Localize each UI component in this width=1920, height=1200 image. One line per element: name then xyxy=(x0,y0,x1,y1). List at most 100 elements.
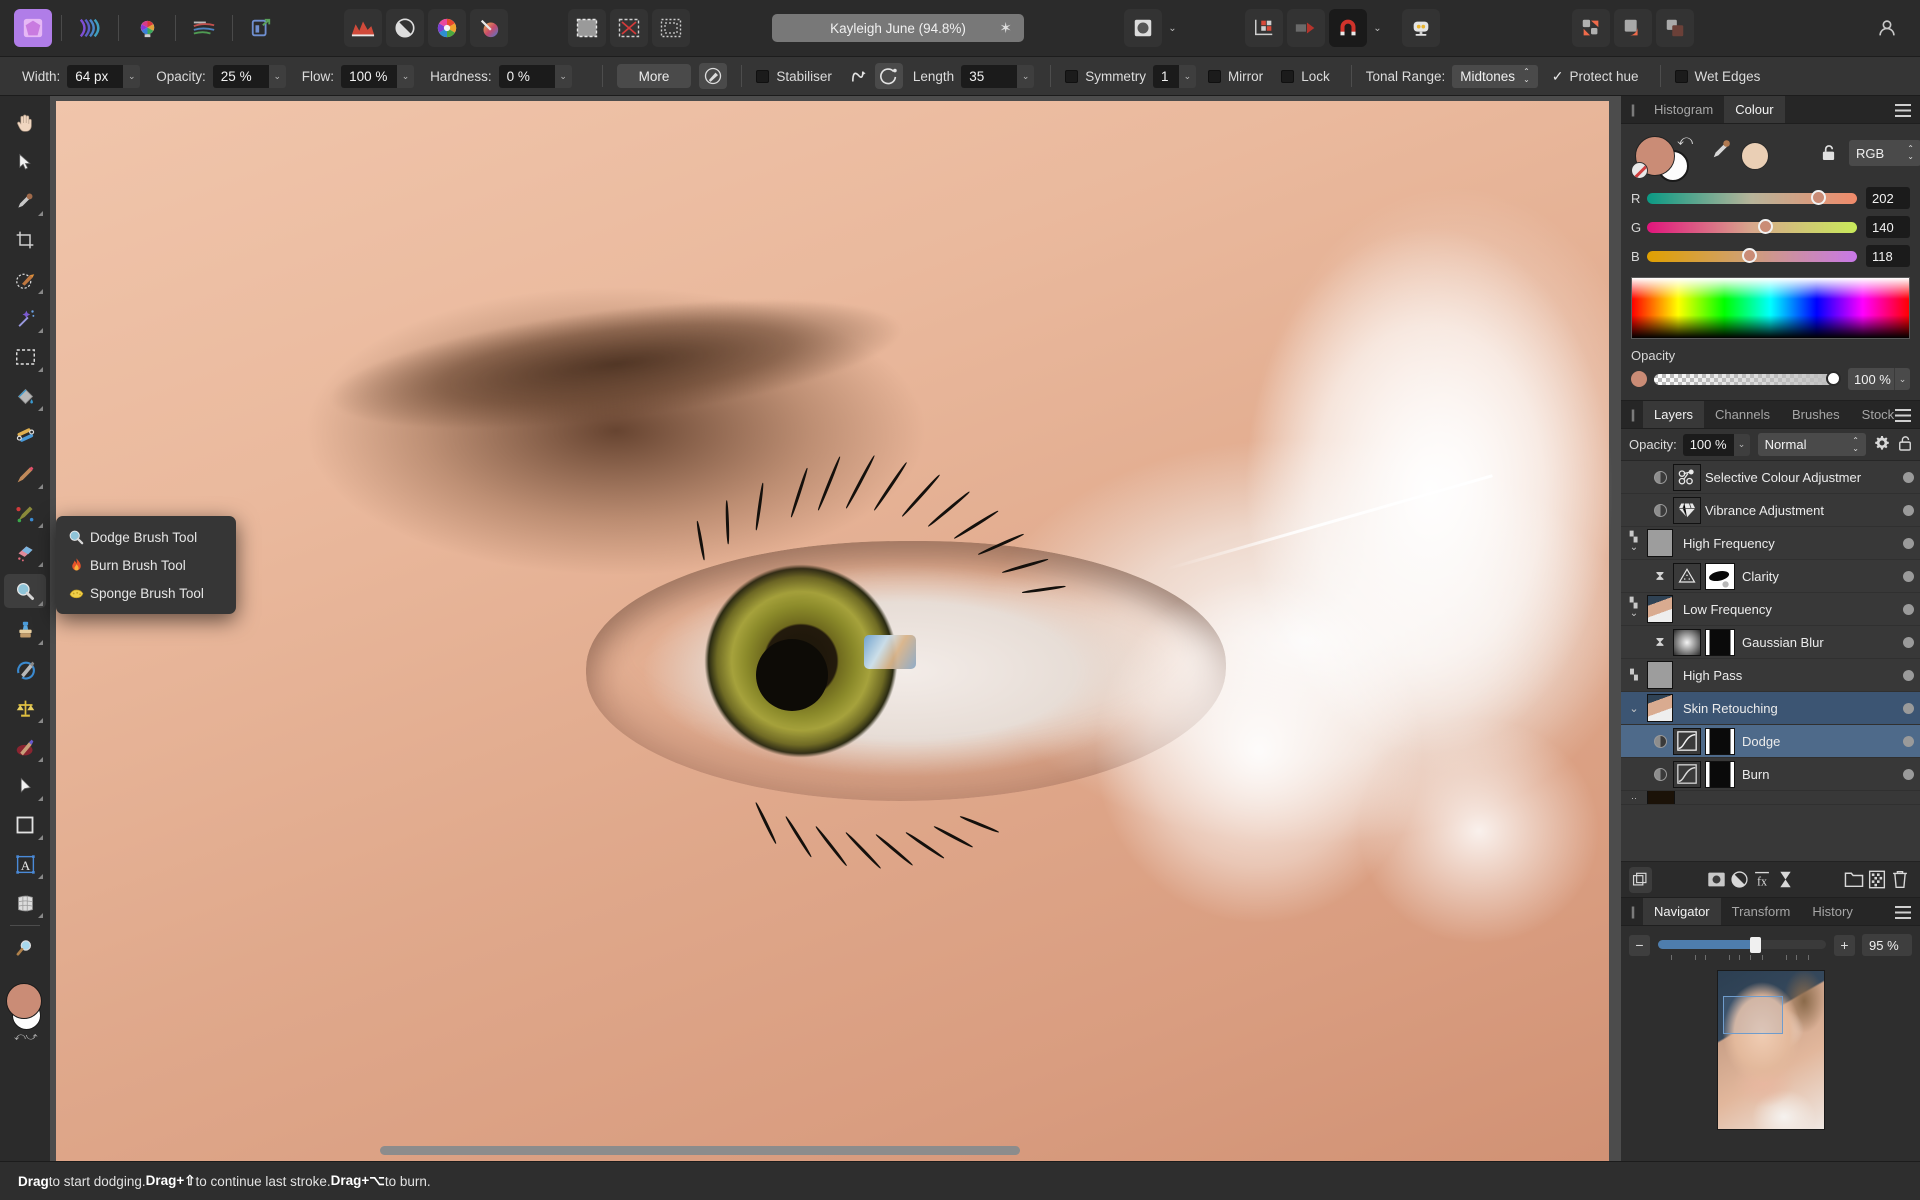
colour-opacity-dropdown[interactable]: ⌄ xyxy=(1894,368,1910,390)
adjustment-button[interactable] xyxy=(386,9,424,47)
layer-expand-cell[interactable]: ▚ ⌄ xyxy=(1621,599,1647,619)
table-row[interactable]: ▚ ⌄ High Frequency xyxy=(1621,527,1920,560)
layer-name[interactable]: Clarity xyxy=(1742,569,1896,584)
new-pixel-layer-icon[interactable] xyxy=(1866,867,1889,893)
colour-opacity-slider[interactable] xyxy=(1654,371,1841,386)
panel-grip[interactable]: || xyxy=(1621,401,1643,428)
tool-selection-brush-tool[interactable] xyxy=(4,262,46,296)
layer-select-target[interactable] xyxy=(1896,537,1920,549)
no-colour-swatch[interactable] xyxy=(1631,162,1648,179)
stabiliser-checkbox[interactable] xyxy=(756,69,770,83)
zoom-slider[interactable] xyxy=(1658,936,1826,960)
panel-menu-icon[interactable] xyxy=(1892,898,1914,926)
table-row[interactable]: Dodge xyxy=(1621,725,1920,758)
opacity-dropdown[interactable]: ⌄ xyxy=(268,64,286,88)
panel-menu-icon[interactable] xyxy=(1892,96,1914,124)
tool-marquee-tool[interactable] xyxy=(4,340,46,374)
tool-view-tool[interactable] xyxy=(4,106,46,140)
navigator-viewport-box[interactable] xyxy=(1722,996,1783,1034)
assistant-robot-button[interactable] xyxy=(1402,9,1440,47)
table-row[interactable]: ⧗ Clarity xyxy=(1621,560,1920,593)
layer-effects-icon[interactable] xyxy=(1774,867,1797,893)
protect-hue-check-icon[interactable]: ✓ xyxy=(1552,68,1564,85)
symmetry-checkbox[interactable] xyxy=(1065,69,1079,83)
channel-value-g[interactable]: 140 xyxy=(1866,216,1910,238)
rope-mode-icon[interactable] xyxy=(847,63,875,89)
tool-undo-brush-tool[interactable] xyxy=(4,691,46,725)
lock-icon[interactable] xyxy=(1821,144,1836,165)
layer-mask-thumbnail[interactable] xyxy=(1705,562,1735,590)
opacity-input[interactable]: 25 % xyxy=(212,64,269,88)
layer-name[interactable]: Dodge xyxy=(1742,734,1896,749)
canvas-horizontal-scrollbar[interactable] xyxy=(380,1146,1020,1155)
zoom-in-icon[interactable]: + xyxy=(1834,934,1855,956)
layer-select-target[interactable] xyxy=(1896,768,1920,780)
develop-persona-button[interactable] xyxy=(128,9,166,47)
wet-edges-checkbox[interactable] xyxy=(1674,69,1688,83)
layer-select-target[interactable] xyxy=(1896,570,1920,582)
document-canvas[interactable] xyxy=(50,96,1621,1161)
layer-select-target[interactable] xyxy=(1896,735,1920,747)
colour-swatch-tool[interactable]: ⤺⤻ xyxy=(0,979,50,1043)
invert-selection-button[interactable] xyxy=(652,9,690,47)
symmetry-dropdown[interactable]: ⌄ xyxy=(1178,64,1196,88)
tool-healing-brush-tool[interactable] xyxy=(4,652,46,686)
blend-mode-select[interactable]: Normal ⌃ ⌄ xyxy=(1757,433,1866,456)
layer-name[interactable]: Selective Colour Adjustmer xyxy=(1705,470,1896,485)
tool-paint-brush-tool[interactable] xyxy=(4,457,46,491)
tool-move-tool[interactable] xyxy=(4,145,46,179)
layer-name[interactable]: Low Frequency xyxy=(1683,602,1896,617)
tab-brushes[interactable]: Brushes xyxy=(1781,401,1851,428)
mask-layer-icon[interactable] xyxy=(1705,867,1728,893)
hardness-dropdown[interactable]: ⌄ xyxy=(554,64,572,88)
tool-gradient-tool[interactable] xyxy=(4,418,46,452)
layer-mask-thumbnail[interactable] xyxy=(1705,628,1735,656)
snapping-magnet-button[interactable] xyxy=(1329,9,1367,47)
menu-item-burn-brush-tool[interactable]: Burn Brush Tool xyxy=(56,551,236,579)
layer-name[interactable]: High Frequency xyxy=(1683,536,1896,551)
layer-select-target[interactable] xyxy=(1896,636,1920,648)
panel-grip[interactable]: || xyxy=(1621,96,1643,123)
zoom-level-value[interactable]: 95 % xyxy=(1862,934,1912,956)
export-persona-button[interactable] xyxy=(242,9,280,47)
colour-gamut-picker[interactable] xyxy=(1631,277,1910,339)
pixel-selection-button[interactable] xyxy=(568,9,606,47)
layer-select-target[interactable] xyxy=(1896,702,1920,714)
tool-zoom-tool[interactable] xyxy=(4,931,46,965)
tab-layers[interactable]: Layers xyxy=(1643,401,1705,428)
layer-visibility-toggle[interactable] xyxy=(1647,503,1673,517)
panel-grip[interactable]: || xyxy=(1621,898,1643,925)
layer-expand-cell[interactable]: ▚ ⌄ xyxy=(1621,533,1647,553)
channel-slider-b[interactable] xyxy=(1647,248,1857,263)
layer-name[interactable]: Skin Retouching xyxy=(1683,701,1896,716)
layer-select-target[interactable] xyxy=(1896,504,1920,516)
tab-transform[interactable]: Transform xyxy=(1721,898,1802,925)
channel-slider-g[interactable] xyxy=(1647,219,1857,234)
panel-menu-icon[interactable] xyxy=(1892,401,1914,429)
table-row[interactable]: Selective Colour Adjustmer xyxy=(1621,461,1920,494)
account-icon[interactable] xyxy=(1868,9,1906,47)
layer-effects-gear-icon[interactable] xyxy=(1874,435,1890,455)
table-row[interactable]: Burn xyxy=(1621,758,1920,791)
colour-opacity-value[interactable]: 100 % xyxy=(1848,368,1894,390)
deselect-button[interactable] xyxy=(610,9,648,47)
mirror-checkbox[interactable] xyxy=(1207,69,1221,83)
menu-item-dodge-brush-tool[interactable]: Dodge Brush Tool xyxy=(56,523,236,551)
delete-layer-icon[interactable] xyxy=(1889,867,1912,893)
histogram-button[interactable] xyxy=(344,9,382,47)
layer-mode-icon[interactable] xyxy=(1629,866,1653,893)
picked-colour-swatch[interactable] xyxy=(1741,142,1769,170)
tool-node-tool[interactable] xyxy=(4,769,46,803)
show-alignment-button[interactable] xyxy=(1287,9,1325,47)
channel-value-b[interactable]: 118 xyxy=(1866,245,1910,267)
new-group-icon[interactable] xyxy=(1843,867,1866,893)
tab-histogram[interactable]: Histogram xyxy=(1643,96,1724,123)
layer-mask-thumbnail[interactable] xyxy=(1705,727,1735,755)
tool-mesh-warp-tool[interactable] xyxy=(4,886,46,920)
tonal-range-select[interactable]: Midtones ⌃ ⌄ xyxy=(1452,64,1538,88)
colour-wheel-button[interactable] xyxy=(428,9,466,47)
live-filter-layer-icon[interactable]: fx xyxy=(1751,867,1774,893)
layer-visibility-toggle[interactable]: ⧗ xyxy=(1647,634,1673,650)
layer-visibility-toggle[interactable] xyxy=(1647,767,1673,781)
document-tab[interactable]: Kayleigh June (94.8%) ✶ xyxy=(772,14,1024,42)
